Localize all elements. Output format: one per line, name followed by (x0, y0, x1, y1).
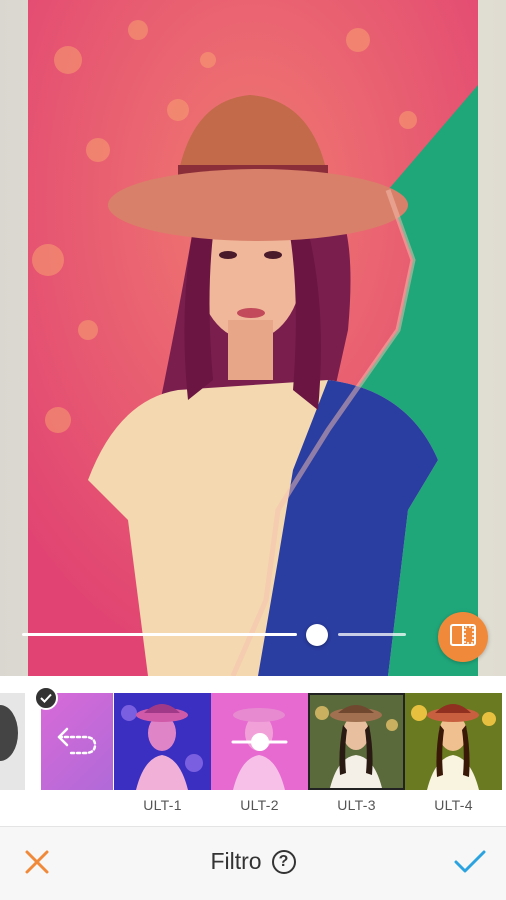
page-title: Filtro (210, 848, 262, 874)
filter-thumbnail-ult-1[interactable] (114, 693, 211, 790)
filter-label-ult-4: ULT-4 (434, 797, 473, 813)
filter-label-ult-1: ULT-1 (143, 797, 182, 813)
photo-preview[interactable] (28, 0, 478, 676)
intensity-slider-track[interactable] (338, 633, 406, 636)
filter-label-ult-2: ULT-2 (240, 797, 279, 813)
help-button[interactable]: ? (271, 849, 296, 874)
intensity-slider-thumb[interactable] (306, 624, 328, 646)
adjust-slider-icon (231, 731, 288, 758)
filter-thumbnail-ult-3[interactable] (308, 693, 405, 790)
toolbar-title-group: Filtro ? (0, 848, 506, 875)
filter-thumbnail-previous[interactable] (0, 693, 25, 790)
filter-thumbnail-ult-4[interactable] (405, 693, 502, 790)
selected-check-icon (34, 686, 58, 710)
intensity-slider-filled[interactable] (22, 633, 297, 636)
filter-label-ult-3: ULT-3 (337, 797, 376, 813)
filter-thumbnail-ult-2[interactable] (211, 693, 308, 790)
checkmark-icon (454, 850, 486, 879)
confirm-button[interactable] (454, 849, 486, 875)
split-compare-icon (450, 623, 476, 651)
compare-button[interactable] (438, 612, 488, 662)
undo-icon (55, 723, 99, 764)
